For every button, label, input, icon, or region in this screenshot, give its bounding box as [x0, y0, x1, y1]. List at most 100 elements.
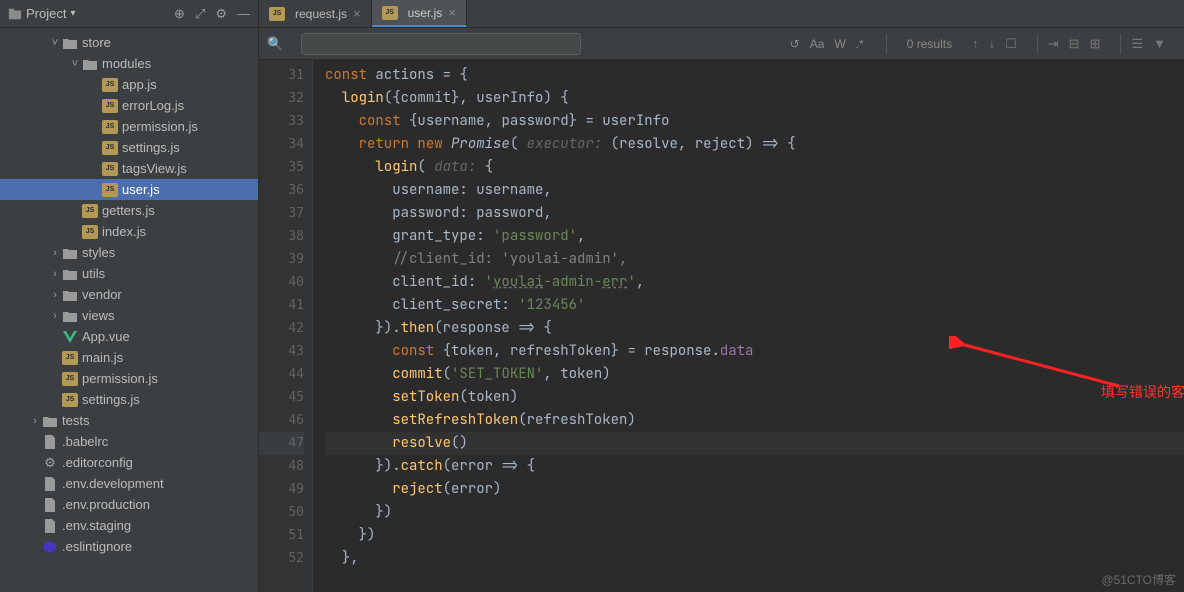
tree-item[interactable]: ·JSuser.js	[0, 179, 258, 200]
code-line[interactable]: //client_id: 'youlai-admin',	[325, 248, 1184, 271]
code-line[interactable]: username: username,	[325, 179, 1184, 202]
code-line[interactable]: commit('SET_TOKEN', token)	[325, 363, 1184, 386]
project-header: Project ▾ ⊕ ⤢ ⚙ —	[0, 0, 258, 28]
tree-item[interactable]: ›styles	[0, 242, 258, 263]
tree-item-label: .eslintignore	[62, 539, 132, 554]
folder-icon	[62, 35, 78, 51]
code-line[interactable]: })	[325, 524, 1184, 547]
chevron-down-icon[interactable]: ˅	[68, 58, 82, 70]
project-label[interactable]: Project	[26, 6, 66, 21]
tree-item[interactable]: ·JSsettings.js	[0, 137, 258, 158]
chevron-down-icon[interactable]: ▾	[70, 8, 75, 19]
gear-icon[interactable]: ⚙	[215, 6, 227, 22]
tree-item[interactable]: ›vendor	[0, 284, 258, 305]
tree-item[interactable]: ·App.vue	[0, 326, 258, 347]
editor-tab[interactable]: JSrequest.js×	[259, 0, 372, 27]
chevron-right-icon[interactable]: ›	[48, 289, 62, 301]
code-line[interactable]: setRefreshToken(refreshToken)	[325, 409, 1184, 432]
next-match-icon[interactable]: ↓	[989, 36, 996, 52]
code-line[interactable]: },	[325, 547, 1184, 570]
code-line[interactable]: const actions = {	[325, 64, 1184, 87]
code-line[interactable]: password: password,	[325, 202, 1184, 225]
tree-item[interactable]: ·JSgetters.js	[0, 200, 258, 221]
code-line[interactable]: grant_type: 'password',	[325, 225, 1184, 248]
code-line[interactable]: login({commit}, userInfo) {	[325, 87, 1184, 110]
tab-label: request.js	[295, 7, 347, 21]
funnel-icon[interactable]: ▼	[1153, 36, 1166, 52]
code-area[interactable]: const actions = { login({commit}, userIn…	[313, 60, 1184, 592]
settings-icon[interactable]: ☰	[1131, 36, 1143, 52]
prev-match-icon[interactable]: ↑	[972, 36, 979, 52]
tree-item[interactable]: ˅store	[0, 32, 258, 53]
folder-icon	[82, 56, 98, 72]
tree-item[interactable]: ›tests	[0, 410, 258, 431]
regex-toggle[interactable]: .*	[856, 37, 864, 51]
tree-item[interactable]: ·JSmain.js	[0, 347, 258, 368]
tree-item[interactable]: ·JSsettings.js	[0, 389, 258, 410]
tree-item[interactable]: ·JSerrorLog.js	[0, 95, 258, 116]
chevron-right-icon[interactable]: ›	[28, 415, 42, 427]
code-editor[interactable]: 3132333435363738394041424344454647484950…	[259, 60, 1184, 592]
minimize-icon[interactable]: —	[237, 6, 250, 21]
match-case-toggle[interactable]: Aa	[810, 37, 825, 51]
js-file-icon: JS	[82, 225, 98, 239]
js-file-icon: JS	[102, 99, 118, 113]
tree-item[interactable]: ·JSpermission.js	[0, 116, 258, 137]
filter-icon[interactable]: ☐	[1005, 36, 1017, 52]
tree-item[interactable]: ·JStagsView.js	[0, 158, 258, 179]
code-line[interactable]: const {token, refreshToken} = response.d…	[325, 340, 1184, 363]
tree-item[interactable]: ·⚙.editorconfig	[0, 452, 258, 473]
code-line[interactable]: reject(error)	[325, 478, 1184, 501]
code-line[interactable]: return new Promise( executor: (resolve, …	[325, 133, 1184, 156]
chevron-right-icon[interactable]: ›	[48, 268, 62, 280]
tree-item[interactable]: ·.babelrc	[0, 431, 258, 452]
tree-item[interactable]: ›views	[0, 305, 258, 326]
close-icon[interactable]: ×	[448, 5, 456, 20]
code-line[interactable]: client_id: 'youlai-admin-err',	[325, 271, 1184, 294]
line-number: 43	[259, 340, 304, 363]
target-icon[interactable]: ⊕	[174, 6, 185, 22]
code-line[interactable]: }).catch(error => {	[325, 455, 1184, 478]
line-number: 32	[259, 87, 304, 110]
code-line[interactable]: resolve()	[325, 432, 1184, 455]
folder-icon	[42, 413, 58, 429]
tree-item[interactable]: ·JSapp.js	[0, 74, 258, 95]
chevron-right-icon[interactable]: ›	[48, 310, 62, 322]
tree-item[interactable]: ·JSindex.js	[0, 221, 258, 242]
watermark: @51CTO博客	[1101, 571, 1176, 588]
tree-item[interactable]: ›utils	[0, 263, 258, 284]
code-line[interactable]: login( data: {	[325, 156, 1184, 179]
tree-item-label: main.js	[82, 350, 123, 365]
tree-item[interactable]: ·JSpermission.js	[0, 368, 258, 389]
tree-item-label: settings.js	[122, 140, 180, 155]
action3-icon[interactable]: ⊞	[1090, 36, 1101, 52]
chevron-right-icon[interactable]: ›	[48, 247, 62, 259]
code-line[interactable]: const {username, password} = userInfo	[325, 110, 1184, 133]
code-line[interactable]: })	[325, 501, 1184, 524]
tree-item-label: .babelrc	[62, 434, 108, 449]
project-dir-icon	[8, 7, 22, 21]
close-icon[interactable]: ×	[353, 6, 361, 21]
search-icon[interactable]: 🔍	[267, 36, 291, 52]
js-file-icon: JS	[382, 6, 398, 20]
line-number: 49	[259, 478, 304, 501]
action2-icon[interactable]: ⊟	[1069, 36, 1080, 52]
divider	[1037, 34, 1038, 54]
words-toggle[interactable]: W	[834, 37, 845, 51]
code-line[interactable]: client_secret: '123456'	[325, 294, 1184, 317]
action1-icon[interactable]: ⇥	[1048, 36, 1059, 52]
editor-tab[interactable]: JSuser.js×	[372, 0, 467, 27]
expand-icon[interactable]: ⤢	[195, 6, 205, 22]
tree-item[interactable]: ·.env.staging	[0, 515, 258, 536]
search-input[interactable]	[301, 33, 581, 55]
tree-item[interactable]: ·.env.production	[0, 494, 258, 515]
tree-item[interactable]: ˅modules	[0, 53, 258, 74]
code-line[interactable]: setToken(token)	[325, 386, 1184, 409]
line-number: 44	[259, 363, 304, 386]
chevron-down-icon[interactable]: ˅	[48, 37, 62, 49]
prev-occurrence-icon[interactable]: ↺	[790, 37, 800, 51]
code-line[interactable]: }).then(response => {	[325, 317, 1184, 340]
tree-item[interactable]: ·.env.development	[0, 473, 258, 494]
project-tree[interactable]: ˅store˅modules·JSapp.js·JSerrorLog.js·JS…	[0, 28, 258, 592]
tree-item[interactable]: ·.eslintignore	[0, 536, 258, 557]
